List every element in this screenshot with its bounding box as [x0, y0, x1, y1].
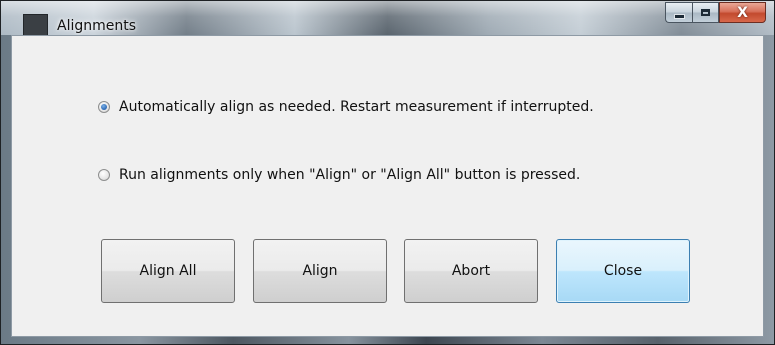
app-icon — [23, 14, 48, 36]
window-title: Alignments — [57, 18, 137, 34]
radio-auto-align[interactable] — [98, 101, 110, 113]
dialog-body: Automatically align as needed. Restart m… — [11, 35, 764, 337]
option-manual-align-label: Run alignments only when "Align" or "Ali… — [119, 167, 581, 183]
option-manual-align[interactable]: Run alignments only when "Align" or "Ali… — [98, 167, 580, 183]
minimize-icon — [674, 15, 684, 18]
title-bar[interactable]: Alignments X — [1, 1, 774, 36]
caption-buttons: X — [665, 2, 766, 23]
alignments-window: Alignments X Automatically align as need… — [0, 0, 775, 345]
align-all-button[interactable]: Align All — [101, 239, 235, 303]
maximize-button[interactable] — [692, 2, 719, 23]
align-button[interactable]: Align — [253, 239, 387, 303]
window-close-button[interactable]: X — [719, 2, 766, 23]
option-auto-align[interactable]: Automatically align as needed. Restart m… — [98, 99, 594, 115]
close-icon: X — [737, 4, 748, 21]
option-auto-align-label: Automatically align as needed. Restart m… — [119, 99, 594, 115]
minimize-button[interactable] — [665, 2, 692, 23]
close-button[interactable]: Close — [556, 239, 690, 303]
radio-manual-align[interactable] — [98, 169, 110, 181]
maximize-icon — [701, 9, 710, 16]
abort-button[interactable]: Abort — [404, 239, 538, 303]
